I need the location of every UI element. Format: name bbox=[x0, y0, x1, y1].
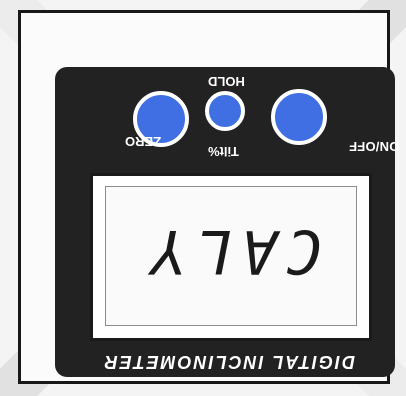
zero-label: ZERO bbox=[125, 134, 162, 149]
brand-label: DIGITAL INCLINOMETER bbox=[102, 352, 355, 372]
lcd-frame: CALY bbox=[90, 173, 372, 341]
hold-label: HOLD bbox=[208, 74, 245, 89]
inclinometer-scene: HOLD ZERO Tilt% ON/OFF CALY DIGITAL INCL… bbox=[0, 0, 406, 396]
power-label: ON/OFF bbox=[349, 139, 400, 154]
control-panel: HOLD ZERO Tilt% ON/OFF CALY DIGITAL INCL… bbox=[55, 67, 399, 377]
lcd-reading: CALY bbox=[142, 216, 323, 286]
tilt-label: Tilt% bbox=[208, 144, 239, 159]
hold-button[interactable] bbox=[205, 91, 245, 131]
lcd-screen: CALY bbox=[105, 186, 357, 326]
device-shell: HOLD ZERO Tilt% ON/OFF CALY DIGITAL INCL… bbox=[18, 10, 399, 384]
power-button[interactable] bbox=[271, 89, 327, 145]
